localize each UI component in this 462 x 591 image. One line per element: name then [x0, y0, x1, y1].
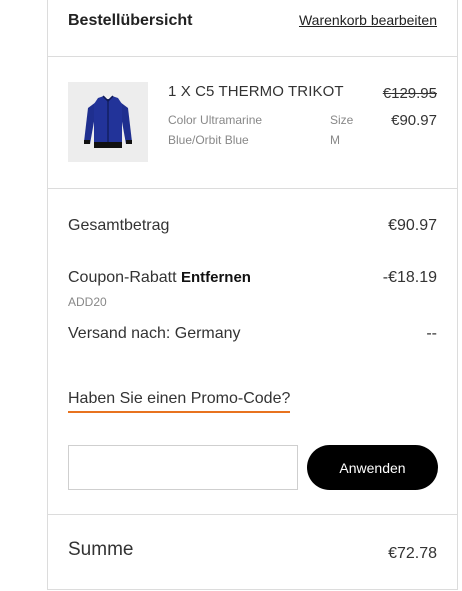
item-size-label: Size	[330, 113, 354, 127]
total-label: Summe	[68, 539, 134, 560]
item-size-value: M	[330, 133, 340, 147]
order-summary-header: Bestellübersicht Warenkorb bearbeiten	[48, 0, 457, 57]
apply-promo-button[interactable]: Anwenden	[307, 445, 438, 490]
cart-item: 1 X C5 THERMO TRIKOT €129.95 €90.97 Colo…	[48, 57, 457, 189]
order-total: Summe €72.78	[48, 515, 457, 590]
subtotal-label: Gesamtbetrag	[68, 217, 170, 234]
coupon-code: ADD20	[68, 295, 107, 309]
shipping-value: --	[426, 325, 437, 342]
jersey-icon	[68, 82, 148, 162]
item-color-value: Ultramarine	[200, 113, 263, 127]
item-color-line1: Color Ultramarine	[168, 113, 262, 127]
shipping-label: Versand nach: Germany	[68, 325, 241, 342]
edit-cart-link[interactable]: Warenkorb bearbeiten	[299, 12, 437, 28]
price-summary: Gesamtbetrag €90.97 Coupon-Rabatt Entfer…	[48, 189, 457, 515]
promo-code-input[interactable]	[68, 445, 298, 490]
total-value: €72.78	[388, 545, 437, 562]
item-color-line2: Blue/Orbit Blue	[168, 133, 249, 147]
jersey-image	[68, 82, 148, 162]
coupon-value: -€18.19	[382, 269, 437, 286]
item-color-label: Color	[168, 113, 197, 127]
promo-code-link[interactable]: Haben Sie einen Promo-Code?	[68, 390, 291, 413]
subtotal-value: €90.97	[388, 217, 437, 234]
coupon-row: Coupon-Rabatt Entfernen	[68, 269, 251, 287]
item-current-price: €90.97	[391, 112, 437, 129]
item-original-price: €129.95	[382, 85, 437, 102]
page-title: Bestellübersicht	[68, 12, 193, 29]
item-name: 1 X C5 THERMO TRIKOT	[168, 83, 344, 100]
coupon-label: Coupon-Rabatt	[68, 269, 177, 286]
order-summary-panel: Bestellübersicht Warenkorb bearbeiten 1 …	[47, 0, 458, 590]
coupon-remove-link[interactable]: Entfernen	[181, 269, 251, 286]
